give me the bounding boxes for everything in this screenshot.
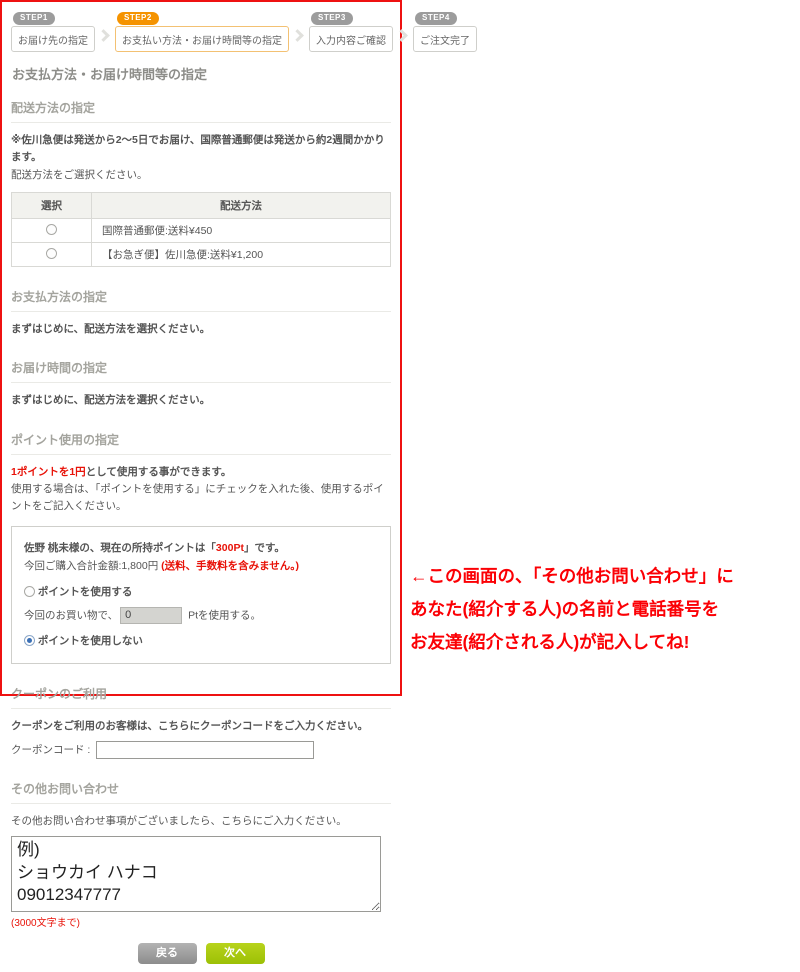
inquiry-textarea[interactable]: 例) ショウカイ ハナコ 09012347777 (11, 836, 381, 912)
points-use-radio[interactable] (24, 586, 35, 597)
points-section-heading: ポイント使用の指定 (11, 431, 391, 455)
step-1: STEP1 お届け先の指定 (11, 12, 95, 52)
step-3-badge: STEP3 (311, 12, 353, 25)
points-intro-line1: 1ポイントを1円として使用する事ができます。 (11, 464, 391, 481)
table-header-row: 選択 配送方法 (12, 192, 391, 218)
points-owner-suffix: 」です。 (244, 542, 285, 554)
coupon-code-input[interactable] (96, 741, 314, 759)
coupon-row: クーポンコード : (11, 741, 391, 759)
page-title: お支払方法・お届け時間等の指定 (12, 64, 391, 83)
referral-instruction-line1: ←この画面の、「その他お問い合わせ」に (410, 560, 800, 593)
points-total-note: (送料、手数料を含みません。) (161, 560, 299, 572)
inquiry-note: その他お問い合わせ事項がございましたら、こちらにご入力ください。 (11, 813, 391, 830)
referral-instruction-line3: お友達(紹介される人)が記入してね! (410, 626, 800, 659)
shipping-radio-standard[interactable] (46, 224, 57, 235)
points-owner-prefix: 佐野 桃未様の、現在の所持ポイントは「 (24, 542, 216, 554)
step-3: STEP3 入力内容ご確認 (309, 12, 393, 52)
shipping-radio-express[interactable] (46, 248, 57, 259)
back-button[interactable]: 戻る (138, 943, 197, 964)
step-2-label: お支払い方法・お届け時間等の指定 (115, 26, 289, 52)
points-no-use-radio[interactable] (24, 635, 35, 646)
points-intro-line2: 使用する場合は、「ポイントを使用する」にチェックを入れた後、使用するポイントをご… (11, 481, 391, 516)
coupon-note: クーポンをご利用のお客様は、こちらにクーポンコードをご入力ください。 (11, 718, 391, 735)
points-amount-prefix: 今回のお買い物で、 (24, 609, 118, 621)
shipping-section-heading: 配送方法の指定 (11, 99, 391, 123)
step-1-badge: STEP1 (13, 12, 55, 25)
points-amount-row: 今回のお買い物で、 Ptを使用する。 (24, 607, 378, 624)
step-arrow-icon (395, 29, 408, 42)
step-1-label: お届け先の指定 (11, 26, 95, 52)
checkout-screenshot-frame: STEP1 お届け先の指定 STEP2 お支払い方法・お届け時間等の指定 STE… (0, 0, 402, 696)
referral-instruction-line2: あなた(紹介する人)の名前と電話番号を (410, 593, 800, 626)
points-no-use-label: ポイントを使用しない (38, 635, 143, 647)
coupon-code-label: クーポンコード : (11, 744, 90, 756)
inquiry-section-heading: その他お問い合わせ (11, 780, 391, 804)
points-amount-input[interactable] (120, 607, 182, 624)
step-3-label: 入力内容ご確認 (309, 26, 393, 52)
shipping-method-label: 【お急ぎ便】佐川急便:送料¥1,200 (92, 242, 391, 266)
shipping-note: 配送方法をご選択ください。 (11, 167, 391, 184)
table-row: 【お急ぎ便】佐川急便:送料¥1,200 (12, 242, 391, 266)
step-4: STEP4 ご注文完了 (413, 12, 477, 52)
shipping-method-table: 選択 配送方法 国際普通郵便:送料¥450 【お急ぎ便】佐川急便:送料¥1,20… (11, 192, 391, 267)
payment-section-heading: お支払方法の指定 (11, 288, 391, 312)
points-box: 佐野 桃未様の、現在の所持ポイントは「300Pt」です。 今回ご購入合計金額:1… (11, 526, 391, 664)
step-arrow-icon (97, 29, 110, 42)
step-2-current: STEP2 お支払い方法・お届け時間等の指定 (115, 12, 289, 52)
step-4-label: ご注文完了 (413, 26, 477, 52)
points-no-use-option-row: ポイントを使用しない (24, 633, 378, 650)
referral-instruction-note: ←この画面の、「その他お問い合わせ」に あなた(紹介する人)の名前と電話番号を … (410, 560, 800, 659)
column-header-select: 選択 (12, 192, 92, 218)
column-header-method: 配送方法 (92, 192, 391, 218)
delivery-time-section-heading: お届け時間の指定 (11, 359, 391, 383)
delivery-time-note: まずはじめに、配送方法を選択ください。 (11, 392, 391, 409)
step-4-badge: STEP4 (415, 12, 457, 25)
points-use-label: ポイントを使用する (38, 586, 133, 598)
inquiry-char-limit: (3000文字まで) (11, 914, 391, 929)
step-2-badge: STEP2 (117, 12, 159, 25)
points-total-label: 今回ご購入合計金額:1,800円 (24, 560, 161, 572)
form-actions: 戻る 次へ (11, 943, 391, 964)
points-intro-red: 1ポイントを1円 (11, 466, 86, 478)
points-intro-rest: として使用する事ができます。 (86, 466, 232, 478)
next-button[interactable]: 次へ (206, 943, 265, 964)
checkout-steps: STEP1 お届け先の指定 STEP2 お支払い方法・お届け時間等の指定 STE… (11, 12, 391, 52)
points-use-option-row: ポイントを使用する (24, 584, 378, 601)
payment-note: まずはじめに、配送方法を選択ください。 (11, 321, 391, 338)
coupon-section-heading: クーポンのご利用 (11, 685, 391, 709)
table-row: 国際普通郵便:送料¥450 (12, 218, 391, 242)
shipping-method-label: 国際普通郵便:送料¥450 (92, 218, 391, 242)
points-owner-value: 300Pt (216, 542, 244, 554)
step-arrow-icon (291, 29, 304, 42)
points-amount-suffix: Ptを使用する。 (188, 609, 261, 621)
points-total-line: 今回ご購入合計金額:1,800円 (送料、手数料を含みません。) (24, 558, 378, 575)
points-owner-line: 佐野 桃未様の、現在の所持ポイントは「300Pt」です。 (24, 540, 378, 557)
shipping-note-bold: ※佐川急便は発送から2〜5日でお届け、国際普通郵便は発送から約2週間かかります。 (11, 132, 391, 167)
